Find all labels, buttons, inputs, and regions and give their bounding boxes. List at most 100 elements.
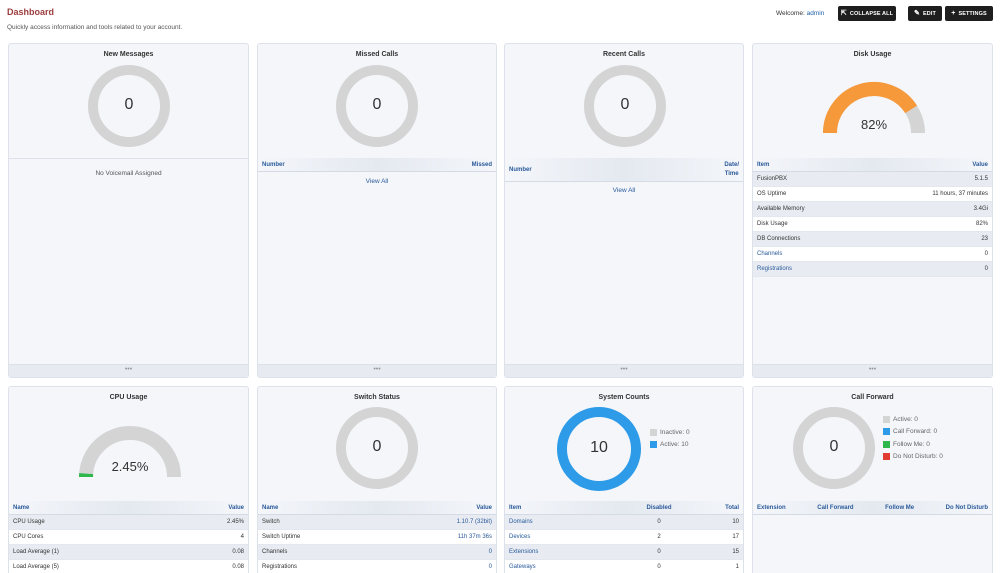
row-value: 0 — [488, 549, 492, 555]
row-name: Switch Uptime — [262, 534, 301, 540]
extensions-link[interactable]: Extensions — [509, 549, 629, 555]
table-row[interactable]: Gateways 0 1 — [505, 560, 743, 573]
row-name: Registrations — [262, 564, 298, 570]
cpu-usage-widget: CPU Usage 2.45% Name Value CPU Usage 2.45… — [8, 386, 249, 573]
table-header: Item Value — [753, 158, 992, 172]
registrations-link[interactable]: Registrations — [757, 266, 985, 272]
widget-title[interactable]: CPU Usage — [9, 394, 248, 401]
recent-calls-widget: Recent Calls 0 Number Date/ Time View Al… — [504, 43, 744, 378]
row-value: 0.08 — [232, 549, 244, 555]
col-do-not-disturb: Do Not Disturb — [945, 504, 988, 511]
row-value: 11h 37m 36s — [457, 534, 492, 540]
legend-item-follow-me[interactable]: Follow Me: 0 — [883, 438, 943, 451]
col-value: Value — [476, 504, 492, 511]
collapse-all-label: COLLAPSE ALL — [849, 10, 894, 17]
table-header: Name Value — [258, 501, 496, 515]
legend-item-dnd[interactable]: Do Not Disturb: 0 — [883, 451, 943, 464]
collapse-all-button[interactable]: ⇱ COLLAPSE ALL — [838, 6, 896, 21]
gateways-link[interactable]: Gateways — [509, 564, 629, 570]
row-value: 0 — [488, 564, 492, 570]
table-row: FusionPBX 5.1.5 — [753, 172, 992, 187]
row-value: 2.45% — [226, 519, 244, 525]
row-disabled: 0 — [657, 519, 661, 525]
recent-calls-count: 0 — [620, 96, 630, 113]
page-subtitle: Quickly access information and tools rel… — [7, 24, 183, 31]
row-name: CPU Usage — [13, 519, 45, 525]
legend-swatch — [883, 428, 890, 436]
view-all-link[interactable]: View All — [505, 187, 743, 194]
row-total: 1 — [735, 564, 739, 570]
row-disabled: 2 — [657, 534, 661, 540]
row-name: CPU Cores — [13, 534, 44, 540]
welcome-label: Welcome: — [776, 10, 805, 17]
system-counts-legend: Inactive: 0 Active: 10 — [650, 426, 690, 451]
row-value: 0 — [984, 266, 988, 272]
row-value: 4 — [240, 534, 244, 540]
row-name: Channels — [262, 549, 288, 555]
table-row: Switch 1.10.7 (32bit) — [258, 515, 496, 530]
widget-expand-handle[interactable]: ••• — [753, 364, 992, 377]
channels-link[interactable]: Channels — [757, 251, 985, 257]
domains-link[interactable]: Domains — [509, 519, 629, 525]
table-row: DB Connections 23 — [753, 232, 992, 247]
legend-item-active[interactable]: Active: 0 — [883, 413, 943, 426]
col-missed: Missed — [471, 161, 492, 168]
row-value: 1.10.7 (32bit) — [456, 519, 492, 525]
widget-title[interactable]: Missed Calls — [258, 51, 496, 58]
table-row: Disk Usage 82% — [753, 217, 992, 232]
col-number: Number — [509, 166, 532, 173]
missed-calls-table: Number Missed — [258, 158, 496, 172]
switch-status-table: Name Value Switch 1.10.7 (32bit) Switch U… — [258, 501, 496, 573]
row-item: OS Uptime — [757, 191, 787, 197]
widget-title[interactable]: System Counts — [505, 394, 743, 401]
table-row[interactable]: Domains 0 10 — [505, 515, 743, 530]
row-total: 10 — [732, 519, 739, 525]
widget-title[interactable]: Recent Calls — [505, 51, 743, 58]
row-value: 11 hours, 37 minutes — [932, 191, 988, 197]
widget-title[interactable]: Disk Usage — [753, 51, 992, 58]
legend-item-call-forward[interactable]: Call Forward: 0 — [883, 426, 943, 439]
row-disabled: 0 — [657, 549, 661, 555]
table-row[interactable]: Registrations 0 — [753, 262, 992, 277]
widget-title[interactable]: Switch Status — [258, 394, 496, 401]
col-date: Date/ — [724, 161, 739, 168]
disk-usage-widget: Disk Usage 82% Item Value FusionPBX 5.1.5… — [752, 43, 993, 378]
table-header: Item Disabled Total — [505, 501, 743, 515]
table-body: Domains 0 10 Devices 2 17 Extensions 0 15 Gate… — [505, 515, 743, 573]
table-row[interactable]: Devices 2 17 — [505, 530, 743, 545]
col-item: Item — [509, 504, 522, 511]
table-body: FusionPBX 5.1.5 OS Uptime 11 hours, 37 min… — [753, 172, 992, 277]
devices-link[interactable]: Devices — [509, 534, 629, 540]
collapse-icon: ⇱ — [840, 10, 847, 17]
widget-expand-handle[interactable]: ••• — [9, 364, 248, 377]
col-call-forward: Call Forward — [817, 504, 854, 511]
table-header: Number Date/ Time — [505, 158, 743, 182]
col-value: Value — [972, 161, 988, 168]
widget-title[interactable]: New Messages — [9, 51, 248, 58]
legend-label: Inactive: 0 — [660, 428, 690, 436]
row-name: Switch — [262, 519, 280, 525]
username-link[interactable]: admin — [807, 10, 825, 17]
cpu-usage-table: Name Value CPU Usage 2.45% CPU Cores 4 Loa… — [9, 501, 248, 573]
widget-expand-handle[interactable]: ••• — [258, 364, 496, 377]
legend-swatch — [650, 441, 657, 449]
legend-item-inactive[interactable]: Inactive: 0 — [650, 426, 690, 439]
legend-swatch — [883, 453, 890, 461]
row-name: Load Average (1) — [13, 549, 59, 555]
view-all-link[interactable]: View All — [258, 178, 496, 185]
widget-expand-handle[interactable]: ••• — [505, 364, 743, 377]
row-value: 5.1.5 — [974, 176, 988, 182]
disk-usage-table: Item Value FusionPBX 5.1.5 OS Uptime 11 ho… — [753, 158, 992, 277]
legend-item-active[interactable]: Active: 10 — [650, 439, 690, 452]
edit-button[interactable]: ✎ EDIT — [908, 6, 942, 21]
recent-calls-table: Number Date/ Time — [505, 158, 743, 182]
widget-title[interactable]: Call Forward — [753, 394, 992, 401]
page-header: Dashboard Quickly access information and… — [0, 0, 1000, 40]
disk-usage-value: 82% — [860, 117, 888, 132]
table-row[interactable]: Channels 0 — [753, 247, 992, 262]
row-value: 0.08 — [232, 564, 244, 570]
table-row[interactable]: Extensions 0 15 — [505, 545, 743, 560]
table-row: Registrations 0 — [258, 560, 496, 573]
settings-button[interactable]: + SETTINGS — [945, 6, 993, 21]
call-forward-legend: Active: 0 Call Forward: 0 Follow Me: 0 D… — [883, 413, 943, 463]
